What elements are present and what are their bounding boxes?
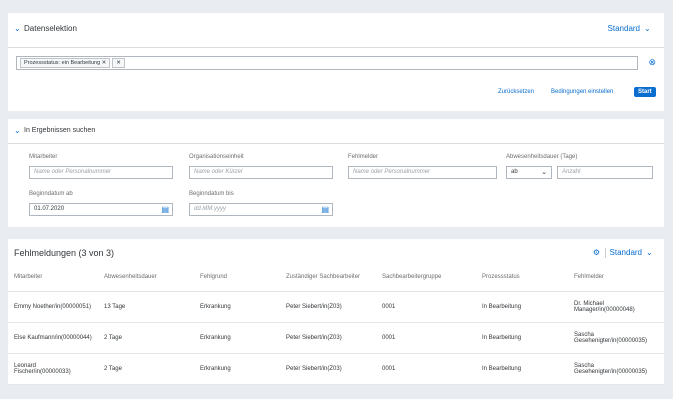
divider: [8, 143, 664, 144]
table-cell: Leonard Fischer/in(00000033): [8, 353, 98, 385]
settings-icon[interactable]: ⚙: [593, 248, 600, 257]
org-unit-label: Organisationseinheit: [189, 154, 244, 160]
remove-token-icon[interactable]: ✕: [102, 60, 107, 66]
start-to-label: Beginndatum bis: [189, 191, 234, 197]
table-cell: 0001: [376, 291, 476, 323]
divider: [8, 47, 664, 48]
column-header[interactable]: Fehlgrund: [194, 263, 280, 292]
duration-operator-select[interactable]: ab ⌄: [506, 166, 552, 179]
org-unit-input[interactable]: Name oder Kürzel: [189, 166, 333, 179]
table-cell: Erkrankung: [194, 353, 280, 385]
duration-input[interactable]: Anzahl: [557, 166, 653, 179]
column-header[interactable]: Zuständiger Sachbearbeiter: [280, 263, 376, 292]
employee-input[interactable]: Name oder Personalnummer: [29, 166, 173, 179]
table-cell: Peter Siebert/in(Z03): [280, 353, 376, 385]
table-header-row: Mitarbeiter Abwesenheitsdauer Fehlgrund …: [8, 263, 664, 292]
table-cell: 2 Tage: [98, 322, 194, 354]
conditions-button[interactable]: Bedingungen einstellen: [551, 89, 613, 95]
filter-variant-selector[interactable]: Standard ⌄: [608, 24, 654, 33]
table-cell: Emmy Noether/in(00000051): [8, 291, 98, 323]
table-row[interactable]: Leonard Fischer/in(00000033) 2 Tage Erkr…: [8, 353, 664, 385]
table-cell: 13 Tage: [98, 291, 194, 323]
chevron-down-icon: ⌄: [644, 24, 651, 33]
variant-label: Standard: [609, 248, 642, 257]
table-cell: Peter Siebert/in(Z03): [280, 322, 376, 354]
start-button[interactable]: Start: [634, 87, 656, 97]
table-cell: 0001: [376, 322, 476, 354]
filter-panel: ⌄ Datenselektion Standard ⌄ Prozessstatu…: [8, 13, 664, 111]
table-cell: Sascha Gesehenigter/in(00000035): [568, 322, 664, 354]
duration-label: Abwesenheitsdauer (Tage): [506, 154, 578, 160]
column-header[interactable]: Fehlmelder: [568, 263, 664, 292]
table-cell: In Bearbeitung: [476, 291, 568, 323]
table-cell: 0001: [376, 353, 476, 385]
filter-panel-title: Datenselektion: [24, 24, 77, 33]
reset-button[interactable]: Zurücksetzen: [498, 89, 534, 95]
results-panel: Fehlmeldungen (3 von 3) ⚙ Standard ⌄ Mit…: [8, 239, 664, 385]
chevron-down-icon: ⌄: [14, 24, 21, 33]
column-header[interactable]: Prozessstatus: [476, 263, 568, 292]
table-row[interactable]: Else Kaufmann/in(00000044) 2 Tage Erkran…: [8, 322, 664, 354]
search-panel-title: In Ergebnissen suchen: [24, 127, 96, 134]
table-cell: Dr. Michael Manager/in(00000048): [568, 291, 664, 323]
variant-label: Standard: [607, 24, 640, 33]
table-cell: Else Kaufmann/in(00000044): [8, 322, 98, 354]
toolbar-separator: [605, 248, 606, 258]
calendar-icon[interactable]: ▤: [321, 205, 329, 214]
search-panel: ⌄ In Ergebnissen suchen Mitarbeiter Name…: [8, 119, 664, 227]
chevron-down-icon: ⌄: [541, 169, 547, 176]
filter-token[interactable]: Prozessstatus: ein Bearbeitung ✕: [20, 58, 111, 68]
column-header[interactable]: Mitarbeiter: [8, 263, 98, 292]
table-variant-selector[interactable]: Standard ⌄: [610, 248, 656, 257]
clear-filter-icon[interactable]: ⊗: [648, 57, 656, 68]
table-cell: Erkrankung: [194, 291, 280, 323]
chevron-down-icon: ⌄: [14, 126, 21, 135]
filter-panel-toggle[interactable]: ⌄ Datenselektion: [14, 24, 77, 33]
start-from-label: Beginndatum ab: [29, 191, 73, 197]
table-cell: In Bearbeitung: [476, 353, 568, 385]
results-table: Mitarbeiter Abwesenheitsdauer Fehlgrund …: [8, 263, 664, 385]
chevron-down-icon: ⌄: [646, 248, 653, 257]
search-panel-toggle[interactable]: ⌄ In Ergebnissen suchen: [14, 126, 95, 135]
column-header[interactable]: Abwesenheitsdauer: [98, 263, 194, 292]
table-cell: In Bearbeitung: [476, 322, 568, 354]
reporter-input[interactable]: Name oder Personalnummer: [348, 166, 497, 179]
table-row[interactable]: Emmy Noether/in(00000051) 13 Tage Erkran…: [8, 291, 664, 323]
reporter-label: Fehlmelder: [348, 154, 379, 160]
employee-label: Mitarbeiter: [29, 154, 58, 160]
table-cell: 2 Tage: [98, 353, 194, 385]
results-title: Fehlmeldungen (3 von 3): [14, 248, 115, 258]
column-header[interactable]: Sachbearbeitergruppe: [376, 263, 476, 292]
filter-token-input[interactable]: Prozessstatus: ein Bearbeitung ✕ ✕: [16, 56, 638, 70]
table-cell: Sascha Gesehenigter/in(00000035): [568, 353, 664, 385]
calendar-icon[interactable]: ▤: [161, 205, 169, 214]
table-cell: Peter Siebert/in(Z03): [280, 291, 376, 323]
start-to-datepicker[interactable]: dd.MM.yyyy ▤: [189, 203, 333, 216]
clear-tokens-button[interactable]: ✕: [112, 58, 125, 68]
table-cell: Erkrankung: [194, 322, 280, 354]
start-from-datepicker[interactable]: 01.07.2020 ▤: [29, 203, 173, 216]
